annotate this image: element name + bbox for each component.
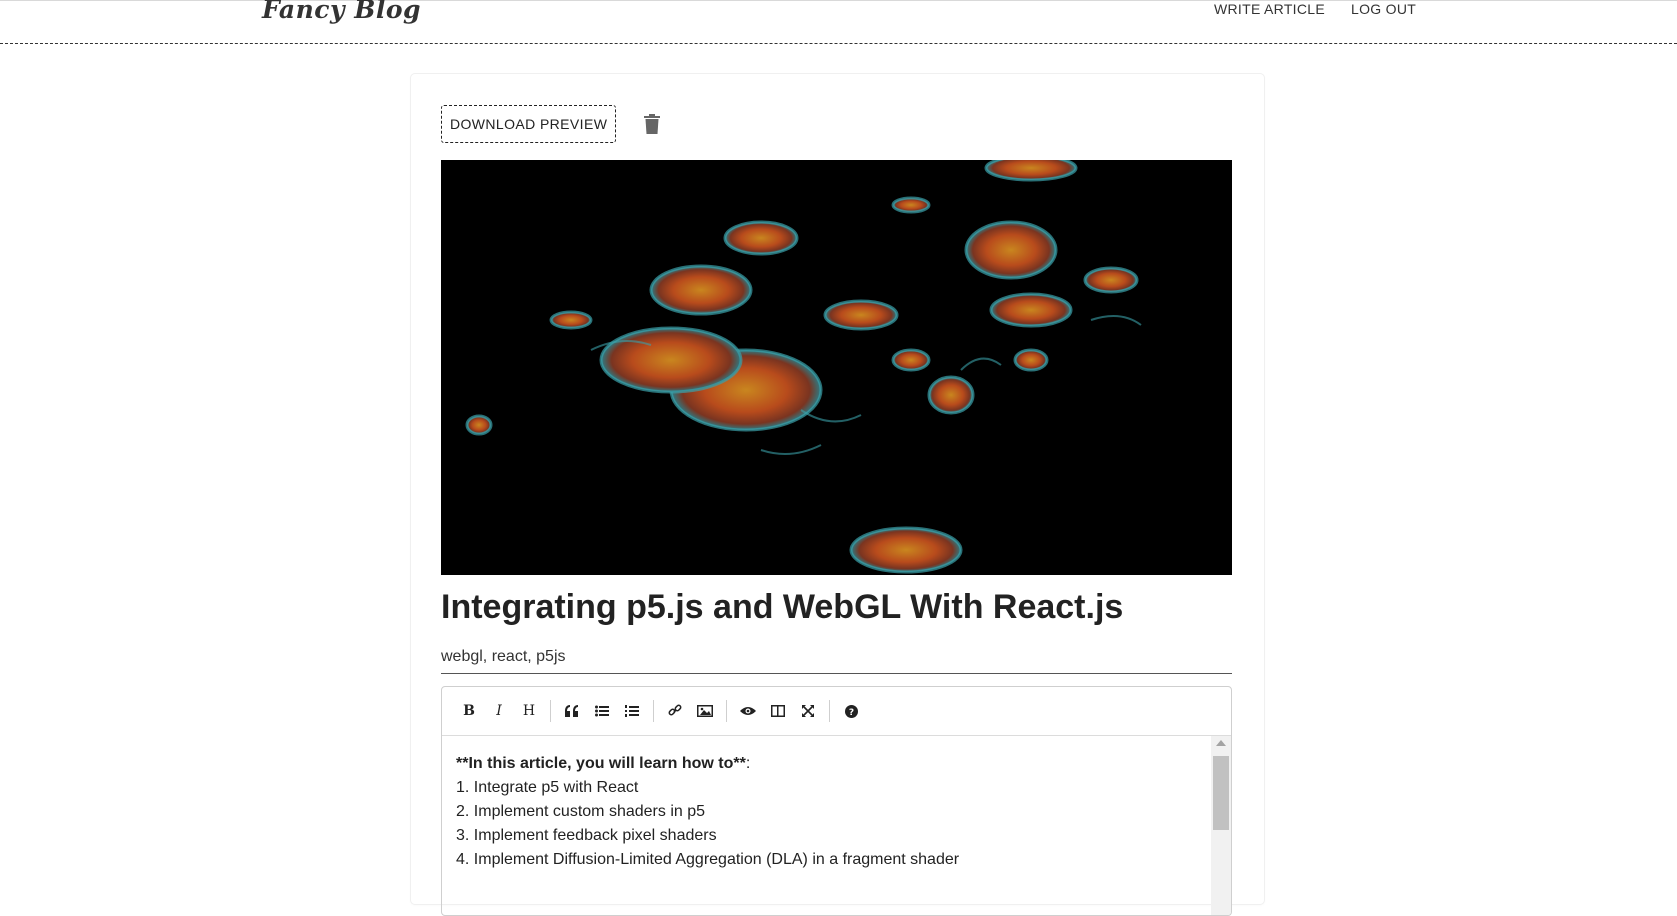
svg-text:?: ? bbox=[848, 708, 853, 718]
brand-logo[interactable]: Fancy Blog bbox=[262, 0, 421, 24]
fullscreen-icon[interactable] bbox=[793, 696, 823, 726]
article-title[interactable]: Integrating p5.js and WebGL With React.j… bbox=[441, 588, 1232, 627]
nav-links: WRITE ARTICLE LOG OUT bbox=[1214, 1, 1416, 17]
download-preview-button[interactable]: DOWNLOAD PREVIEW bbox=[441, 105, 617, 143]
toolbar-divider bbox=[653, 700, 654, 722]
intro-line: **In this article, you will learn how to… bbox=[456, 752, 1197, 776]
heading-icon[interactable]: H bbox=[514, 696, 544, 726]
toolbar-divider bbox=[829, 700, 830, 722]
scroll-up-arrow-icon[interactable] bbox=[1216, 740, 1226, 746]
editor-content[interactable]: **In this article, you will learn how to… bbox=[442, 736, 1211, 915]
list-item: 2. Implement custom shaders in p5 bbox=[456, 803, 706, 820]
editor-toolbar: B I H ? bbox=[442, 687, 1231, 736]
list-item: 1. Integrate p5 with React bbox=[456, 779, 639, 796]
tags-input[interactable]: webgl, react, p5js bbox=[441, 640, 1232, 674]
write-article-link[interactable]: WRITE ARTICLE bbox=[1214, 1, 1325, 17]
image-icon[interactable] bbox=[690, 696, 720, 726]
cover-image bbox=[441, 160, 1232, 575]
ordered-list-icon[interactable] bbox=[617, 696, 647, 726]
markdown-editor: B I H ? **In this article, you will lear… bbox=[441, 686, 1232, 916]
preview-eye-icon[interactable] bbox=[733, 696, 763, 726]
scroll-thumb[interactable] bbox=[1213, 756, 1229, 830]
italic-icon[interactable]: I bbox=[484, 696, 514, 726]
top-navbar: Fancy Blog WRITE ARTICLE LOG OUT bbox=[0, 0, 1677, 44]
link-icon[interactable] bbox=[660, 696, 690, 726]
unordered-list-icon[interactable] bbox=[587, 696, 617, 726]
help-icon[interactable]: ? bbox=[836, 696, 866, 726]
bold-icon[interactable]: B bbox=[454, 696, 484, 726]
intro-suffix: : bbox=[745, 755, 751, 772]
toolbar-divider bbox=[726, 700, 727, 722]
editor-scrollbar[interactable] bbox=[1211, 736, 1231, 915]
intro-bold-text: **In this article, you will learn how to… bbox=[456, 755, 746, 772]
log-out-link[interactable]: LOG OUT bbox=[1351, 1, 1416, 17]
article-editor-card: DOWNLOAD PREVIEW Integrating p5.js and W… bbox=[411, 74, 1264, 916]
card-actions: DOWNLOAD PREVIEW bbox=[441, 105, 664, 143]
list-item: 4. Implement Diffusion-Limited Aggregati… bbox=[456, 851, 960, 868]
list-item: 3. Implement feedback pixel shaders bbox=[456, 827, 717, 844]
toolbar-divider bbox=[550, 700, 551, 722]
side-by-side-icon[interactable] bbox=[763, 696, 793, 726]
quote-icon[interactable] bbox=[557, 696, 587, 726]
trash-icon[interactable] bbox=[640, 112, 664, 136]
